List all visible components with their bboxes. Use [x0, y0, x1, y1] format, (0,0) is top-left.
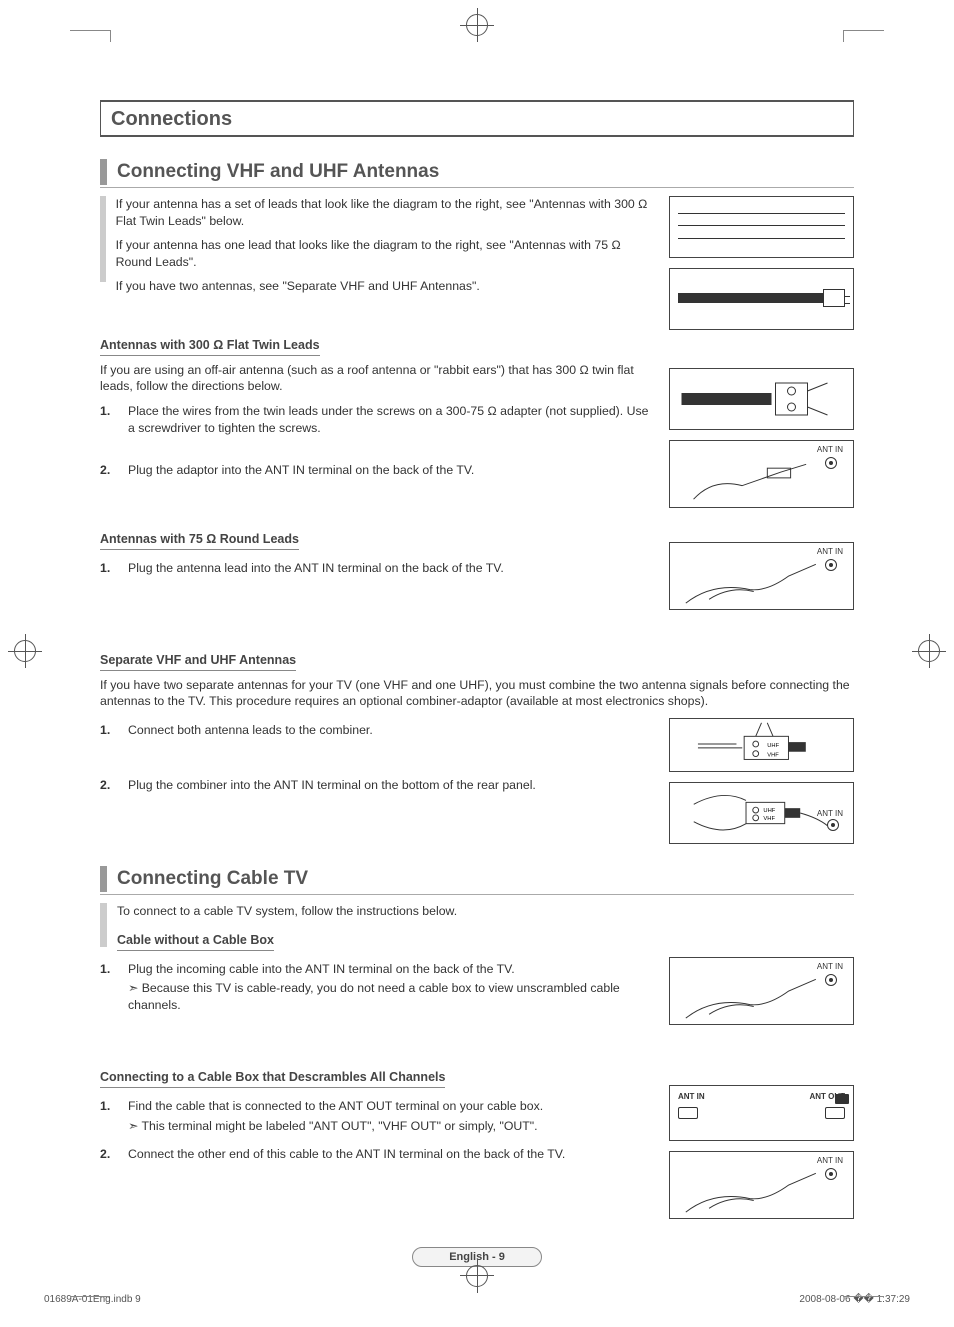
step-item: 1. Connect both antenna leads to the comb… — [100, 722, 651, 739]
step-item: 2. Plug the adaptor into the ANT IN termi… — [100, 462, 651, 479]
plug-icon — [835, 1094, 849, 1104]
port-icon — [678, 1107, 698, 1119]
section-vhf-uhf: Connecting VHF and UHF Antennas If your … — [100, 159, 854, 844]
subsection-lead: If you have two separate antennas for yo… — [100, 677, 854, 710]
print-footer: 01689A-01Eng.indb 9 2008-08-06 �� 1:37:2… — [44, 1294, 910, 1305]
section-side-bar — [100, 903, 107, 947]
step-item: 1. Plug the incoming cable into the ANT … — [100, 961, 651, 1014]
registration-mark-icon — [14, 640, 36, 662]
step-text: Connect both antenna leads to the combin… — [128, 722, 373, 739]
step-text: Place the wires from the twin leads unde… — [128, 403, 651, 436]
step-item: 1. Place the wires from the twin leads un… — [100, 403, 651, 436]
section-title: Connecting VHF and UHF Antennas — [117, 159, 439, 185]
section-cable-tv: Connecting Cable TV To connect to a cabl… — [100, 866, 854, 1218]
section-title: Connecting Cable TV — [117, 866, 308, 892]
port-icon — [825, 1107, 845, 1119]
diagram-combiner-antin: ANT IN UHFVHF — [669, 782, 854, 844]
step-number: 1. — [100, 560, 118, 577]
subsection-title: Cable without a Cable Box — [117, 932, 274, 951]
step-item: 1. Find the cable that is connected to t… — [100, 1098, 651, 1134]
section-accent-bar — [100, 866, 107, 892]
registration-mark-icon — [918, 640, 940, 662]
step-number: 1. — [100, 403, 118, 436]
diagram-cable-box: ANT IN ANT OUT — [669, 1085, 854, 1141]
section-accent-bar — [100, 159, 107, 185]
intro-para: If you have two antennas, see "Separate … — [116, 278, 651, 295]
step-text: Plug the adaptor into the ANT IN termina… — [128, 462, 474, 479]
subsection-title: Antennas with 75 Ω Round Leads — [100, 531, 299, 550]
step-text: Plug the incoming cable into the ANT IN … — [128, 962, 515, 976]
subsection-title: Separate VHF and UHF Antennas — [100, 652, 296, 671]
chapter-title: Connections — [101, 101, 853, 136]
diagram-cablebox-antin: ANT IN — [669, 1151, 854, 1219]
diagram-ant-in-hand: ANT IN — [669, 542, 854, 610]
chapter-box: Connections — [100, 100, 854, 137]
step-text: Find the cable that is connected to the … — [128, 1099, 543, 1113]
svg-text:VHF: VHF — [763, 816, 775, 822]
section-side-bar — [100, 196, 106, 282]
diagram-cable-antin: ANT IN — [669, 957, 854, 1025]
crop-mark — [70, 1296, 110, 1297]
svg-text:VHF: VHF — [767, 753, 779, 759]
step-number: 2. — [100, 1146, 118, 1163]
diagram-combiner: UHF VHF — [669, 718, 854, 772]
subsection-title: Connecting to a Cable Box that Descrambl… — [100, 1069, 445, 1088]
step-text: Connect the other end of this cable to t… — [128, 1146, 565, 1163]
crop-mark — [843, 30, 844, 42]
intro-para: To connect to a cable TV system, follow … — [117, 903, 457, 920]
step-number: 2. — [100, 777, 118, 794]
step-item: 2. Plug the combiner into the ANT IN term… — [100, 777, 651, 794]
subsection-lead: If you are using an off-air antenna (suc… — [100, 362, 651, 395]
registration-mark-icon — [466, 1265, 488, 1287]
crop-mark — [110, 30, 111, 42]
crop-mark — [70, 30, 110, 31]
diagram-adapter — [669, 368, 854, 430]
step-text: Plug the antenna lead into the ANT IN te… — [128, 560, 504, 577]
diagram-coax-cable — [669, 268, 854, 330]
step-note: This terminal might be labeled "ANT OUT"… — [128, 1118, 543, 1135]
step-note: Because this TV is cable-ready, you do n… — [128, 980, 651, 1013]
step-item: 2. Connect the other end of this cable to… — [100, 1146, 651, 1163]
diagram-twin-lead-cable — [669, 196, 854, 258]
step-number: 1. — [100, 961, 118, 1014]
step-number: 1. — [100, 722, 118, 739]
intro-para: If your antenna has one lead that looks … — [116, 237, 651, 270]
page-content: Connections Connecting VHF and UHF Anten… — [100, 100, 854, 1267]
step-text: Plug the combiner into the ANT IN termin… — [128, 777, 536, 794]
step-number: 1. — [100, 1098, 118, 1134]
intro-para: If your antenna has a set of leads that … — [116, 196, 651, 229]
diagram-label-antin: ANT IN — [678, 1092, 705, 1101]
registration-mark-icon — [466, 14, 488, 36]
crop-mark — [844, 1296, 884, 1297]
svg-text:UHF: UHF — [763, 808, 775, 814]
step-item: 1. Plug the antenna lead into the ANT IN … — [100, 560, 651, 577]
diagram-ant-in-adapter: ANT IN — [669, 440, 854, 508]
svg-text:UHF: UHF — [767, 743, 779, 749]
subsection-title: Antennas with 300 Ω Flat Twin Leads — [100, 337, 320, 356]
step-number: 2. — [100, 462, 118, 479]
crop-mark — [844, 30, 884, 31]
